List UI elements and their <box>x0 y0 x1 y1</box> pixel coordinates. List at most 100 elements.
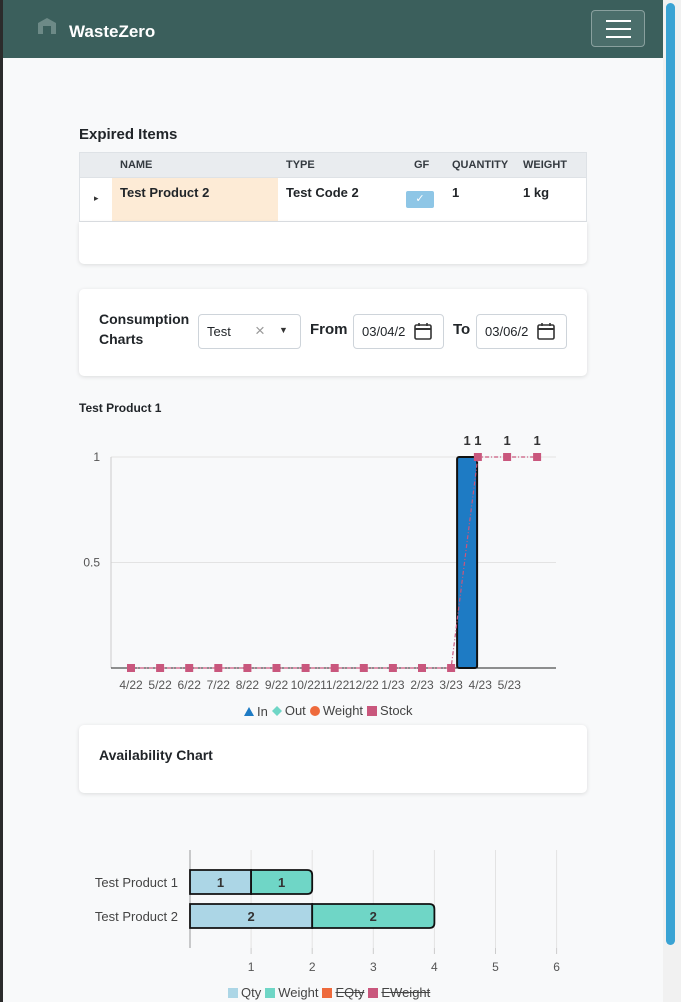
x-tick-label: 2/23 <box>410 678 434 692</box>
bar-in <box>456 456 479 669</box>
data-label: 2 <box>247 909 254 924</box>
calendar-icon[interactable] <box>537 322 555 340</box>
row-weight: 1 kg <box>523 185 550 200</box>
stock-point <box>156 664 165 672</box>
from-label: From <box>310 321 348 338</box>
stock-point <box>330 664 339 672</box>
column-header-weight[interactable]: WEIGHT <box>523 159 567 171</box>
consumption-title-1: Consumption <box>99 311 190 327</box>
legend-label: Weight <box>278 985 319 1000</box>
stock-point <box>214 664 223 672</box>
stock-point <box>185 664 194 672</box>
legend-item[interactable]: Weight <box>265 985 318 1000</box>
column-header-name[interactable]: NAME <box>120 159 152 171</box>
legend-item[interactable]: Qty <box>228 985 261 1000</box>
table-footer <box>79 222 587 264</box>
x-tick-label: 6/22 <box>178 678 202 692</box>
to-date-value: 03/06/2 <box>485 324 529 339</box>
x-tick-label: 3 <box>370 960 377 974</box>
availability-title: Availability Chart <box>99 747 213 763</box>
category-label: Test Product 1 <box>95 875 178 890</box>
category-label: Test Product 2 <box>95 909 178 924</box>
legend-label: Stock <box>380 703 413 718</box>
product-select[interactable]: Test × ▼ <box>198 314 301 349</box>
data-label: 1 <box>278 875 285 890</box>
legend-label: Weight <box>322 703 364 718</box>
legend-item[interactable]: Weight <box>309 703 364 718</box>
to-date-input[interactable]: 03/06/2 <box>476 314 567 349</box>
legend-item[interactable]: Stock <box>367 703 413 718</box>
expired-items-title: Expired Items <box>79 126 178 143</box>
legend-item[interactable]: Out <box>271 703 306 718</box>
to-label: To <box>453 321 471 338</box>
stock-point <box>473 453 482 461</box>
from-date-input[interactable]: 03/04/2 <box>353 314 444 349</box>
legend-item[interactable]: EQty <box>322 985 364 1000</box>
legend-label: EQty <box>335 985 365 1000</box>
chevron-down-icon[interactable]: ▼ <box>279 325 288 335</box>
x-tick-label: 4 <box>431 960 438 974</box>
legend-item[interactable]: In <box>244 704 268 719</box>
x-tick-label: 9/22 <box>265 678 289 692</box>
data-label: 1 <box>533 433 540 448</box>
column-header-quantity[interactable]: QUANTITY <box>452 159 508 171</box>
consumption-chart-legend: In Out Weight Stock <box>244 703 417 719</box>
row-name: Test Product 2 <box>120 185 210 200</box>
x-tick-label: 11/22 <box>320 678 349 692</box>
gf-checkbox[interactable]: ✓ <box>406 191 434 208</box>
calendar-icon[interactable] <box>414 322 432 340</box>
column-header-gf[interactable]: GF <box>414 159 429 171</box>
scrollbar-thumb[interactable] <box>666 3 675 945</box>
table-header: NAME TYPE GF QUANTITY WEIGHT <box>80 153 586 178</box>
data-label: 1 <box>474 433 481 448</box>
data-label: 1 <box>463 433 470 448</box>
data-label: 1 <box>217 875 224 890</box>
x-tick-label: 5/23 <box>498 678 522 692</box>
y-tick-label: 1 <box>93 450 100 464</box>
stock-point <box>447 664 456 672</box>
stock-point <box>301 664 310 672</box>
x-tick-label: 7/22 <box>207 678 231 692</box>
legend-label: EWeight <box>381 985 431 1000</box>
consumption-title-2: Charts <box>99 331 144 347</box>
warehouse-icon <box>38 18 56 34</box>
x-tick-label: 4/23 <box>469 678 493 692</box>
from-date-value: 03/04/2 <box>362 324 406 339</box>
menu-toggle-button[interactable] <box>591 10 645 47</box>
row-quantity: 1 <box>452 185 460 200</box>
legend-item[interactable]: EWeight <box>368 985 430 1000</box>
x-tick-label: 5/22 <box>148 678 172 692</box>
clear-icon[interactable]: × <box>255 321 265 341</box>
expand-row-icon[interactable]: ▸ <box>94 193 99 204</box>
stock-point <box>359 664 368 672</box>
data-label: 2 <box>370 909 377 924</box>
stock-point <box>127 664 135 672</box>
page: WasteZero Expired Items NAME TYPE GF QUA… <box>3 0 663 1002</box>
x-tick-label: 1/23 <box>381 678 405 692</box>
data-label: 1 <box>503 433 510 448</box>
availability-chart-legend: Qty Weight EQty EWeight <box>228 985 434 1001</box>
x-tick-label: 3/23 <box>439 678 463 692</box>
x-tick-label: 5 <box>492 960 499 974</box>
x-tick-label: 10/22 <box>291 678 321 692</box>
stock-point <box>243 664 252 672</box>
legend-label: In <box>257 703 268 719</box>
expired-items-table: NAME TYPE GF QUANTITY WEIGHT ▸ Test Prod… <box>79 152 587 222</box>
legend-label: Qty <box>241 985 262 1000</box>
consumption-chart-title: Test Product 1 <box>79 401 162 415</box>
column-header-type[interactable]: TYPE <box>286 159 315 171</box>
stock-point <box>272 664 281 672</box>
x-tick-label: 1 <box>248 960 255 974</box>
stock-point <box>533 453 542 461</box>
availability-chart: 1 2 3 4 5 6 Test Product 1 1 1 Test Product 2 2 2 <box>95 850 560 974</box>
row-type: Test Code 2 <box>286 185 359 200</box>
brand-name[interactable]: WasteZero <box>69 22 155 42</box>
stock-point <box>388 664 397 672</box>
x-tick-label: 6 <box>553 960 560 974</box>
stock-point <box>418 664 426 672</box>
x-tick-label: 2 <box>309 960 316 974</box>
y-tick-label: 0.5 <box>83 556 100 570</box>
legend-label: Out <box>284 703 306 718</box>
navbar: WasteZero <box>3 0 663 58</box>
stock-point <box>503 453 512 461</box>
